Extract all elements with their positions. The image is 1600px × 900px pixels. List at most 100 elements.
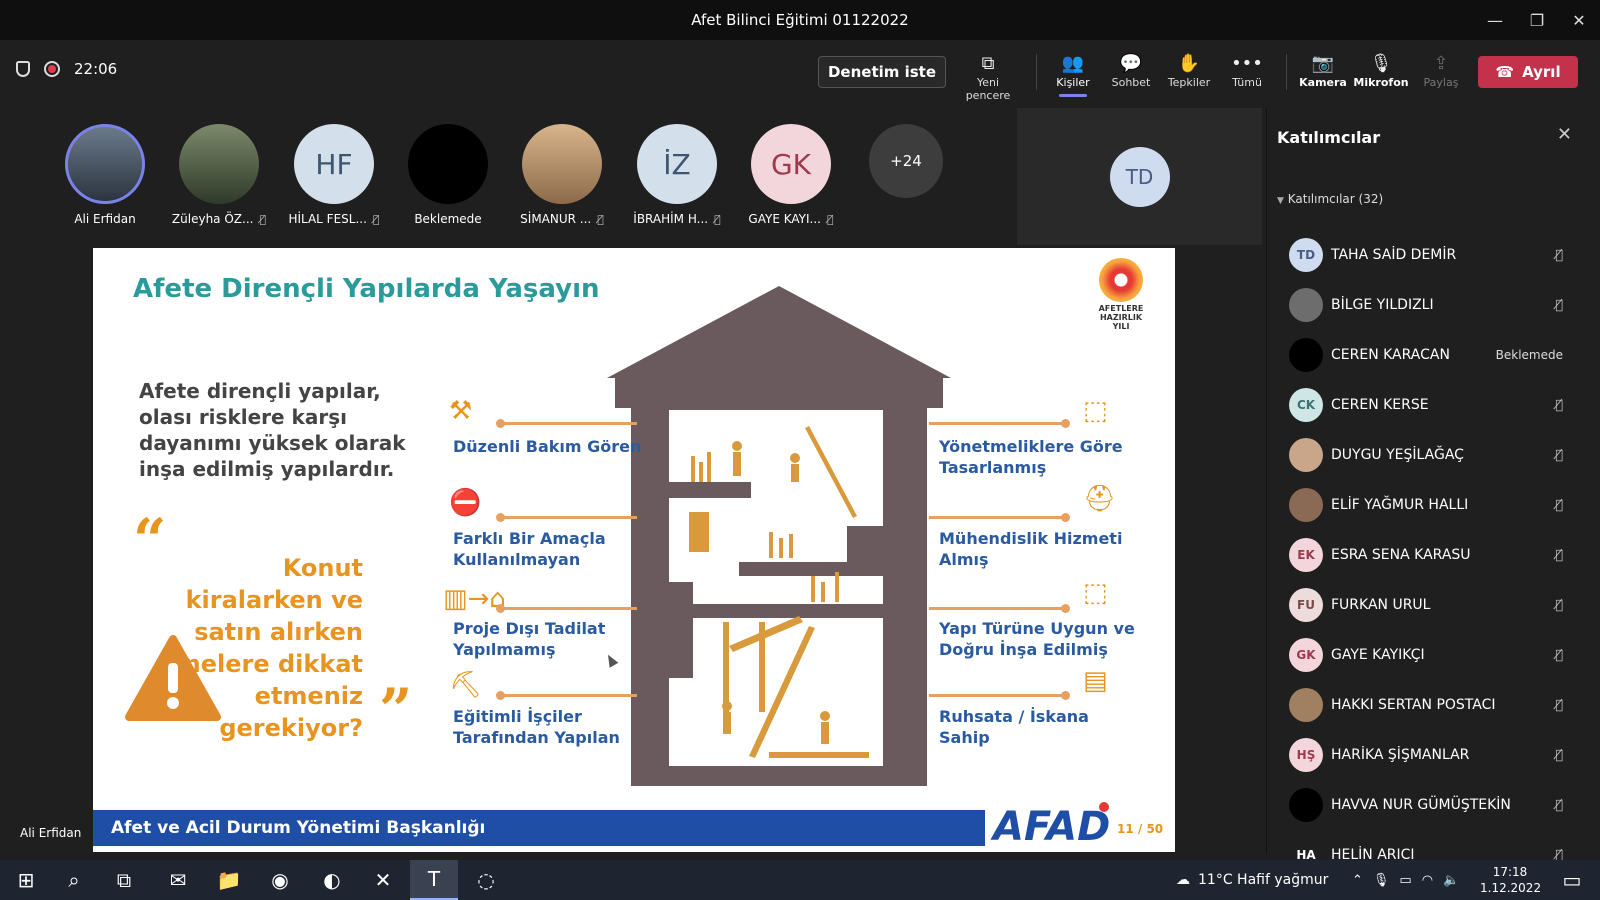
- microphone-button[interactable]: 🎙 Mikrofon: [1349, 50, 1413, 90]
- app-icon[interactable]: ◌: [462, 860, 510, 900]
- avatar: [522, 124, 602, 204]
- share-button[interactable]: ⇪ Paylaş: [1409, 50, 1473, 90]
- participant-row[interactable]: HAKKI SERTAN POSTACI 🎙̸: [1267, 680, 1600, 730]
- more-participants-button[interactable]: +24: [851, 124, 961, 198]
- mic-off-icon: 🎙̸: [597, 212, 604, 226]
- mic-off-icon: 🎙̸: [1555, 447, 1563, 463]
- engineer-icon: ⛑: [1083, 484, 1117, 514]
- participant-tile[interactable]: GK GAYE KAYI... 🎙̸: [736, 124, 846, 226]
- participant-row[interactable]: FU FURKAN URUL 🎙̸: [1267, 580, 1600, 630]
- meeting-info: 22:06: [16, 60, 117, 78]
- avatar: HŞ: [1289, 738, 1323, 772]
- feature-permit: Ruhsata / İskana Sahip: [939, 707, 1089, 747]
- participant-row[interactable]: HŞ HARİKA ŞİŞMANLAR 🎙̸: [1267, 730, 1600, 780]
- participant-row[interactable]: DUYGU YEŞİLAĞAÇ 🎙̸: [1267, 430, 1600, 480]
- mic-off-icon: 🎙̸: [1555, 497, 1563, 513]
- participant-tile[interactable]: Züleyha ÖZ... 🎙̸: [164, 124, 274, 226]
- restore-icon[interactable]: ❐: [1516, 0, 1558, 40]
- afad-logo: AFAD: [993, 804, 1111, 850]
- mail-icon[interactable]: ✉: [154, 860, 202, 900]
- file-explorer-icon[interactable]: 📁: [205, 860, 253, 900]
- chat-button[interactable]: 💬 Sohbet: [1099, 50, 1163, 90]
- participant-row[interactable]: HAVVA NUR GÜMÜŞTEKİN 🎙̸: [1267, 780, 1600, 830]
- video-tile[interactable]: TD: [1017, 108, 1262, 245]
- close-window-icon[interactable]: ✕: [1558, 0, 1600, 40]
- chevron-up-icon[interactable]: ⌃: [1352, 873, 1363, 888]
- mic-off-icon: 🎙̸: [1555, 797, 1563, 813]
- mic-off-icon: 🎙̸: [1555, 647, 1563, 663]
- mic-off-icon: 🎙̸: [1555, 547, 1563, 563]
- avatar: TD: [1109, 146, 1170, 207]
- participant-tile[interactable]: İZ İBRAHİM H... 🎙̸: [622, 124, 732, 226]
- blueprint-icon: ⬚: [1083, 396, 1108, 426]
- mic-off-icon: 🎙̸: [1555, 297, 1563, 313]
- avatar: [65, 124, 145, 204]
- panel-title: Katılımcılar: [1277, 128, 1381, 147]
- avatar: İZ: [637, 124, 717, 204]
- title-bar: Afet Bilinci Eğitimi 01122022 — ❐ ✕: [0, 0, 1600, 40]
- avatar: [179, 124, 259, 204]
- avatar: [1289, 788, 1323, 822]
- participant-row[interactable]: CEREN KARACAN Beklemede: [1267, 330, 1600, 380]
- participant-tile[interactable]: SİMANUR ... 🎙̸: [507, 124, 617, 226]
- system-tray: ⌃ 🎙 ▭ ◠ 🔈: [1352, 860, 1459, 900]
- chat-icon: 💬: [1119, 52, 1143, 74]
- mic-off-icon: 🎙̸: [826, 212, 834, 226]
- close-icon[interactable]: ✕: [1557, 124, 1572, 145]
- pop-out-button[interactable]: ⧉ Yeni pencere: [956, 50, 1020, 103]
- preparedness-year-logo: AFETLERE HAZIRLIK YILI: [1093, 258, 1149, 331]
- participant-status: Beklemede: [1495, 348, 1563, 362]
- volume-icon[interactable]: 🔈: [1443, 873, 1459, 888]
- mic-off-icon: 🎙̸: [1555, 247, 1563, 263]
- participant-row[interactable]: EK ESRA SENA KARASU 🎙̸: [1267, 530, 1600, 580]
- participant-tile[interactable]: Beklemede: [393, 124, 503, 226]
- task-view-icon[interactable]: ⧉: [100, 860, 148, 900]
- participant-row[interactable]: ELİF YAĞMUR HALLI 🎙̸: [1267, 480, 1600, 530]
- battery-icon[interactable]: ▭: [1399, 873, 1411, 888]
- chevron-down-icon: ▼: [1277, 196, 1284, 206]
- leave-button[interactable]: ☎ Ayrıl: [1478, 56, 1578, 88]
- mic-off-icon: 🎙̸: [259, 212, 267, 226]
- feature-engineering: Mühendislik Hizmeti Almış: [939, 529, 1123, 569]
- avatar: GK: [1289, 638, 1323, 672]
- weather-widget[interactable]: ☁ 11°C Hafif yağmur: [1176, 860, 1328, 900]
- chrome-icon[interactable]: ◉: [256, 860, 304, 900]
- document-icon: ▤: [1083, 666, 1108, 696]
- edge-icon[interactable]: ◐: [308, 860, 356, 900]
- feature-maintained: Düzenli Bakım Gören: [453, 437, 642, 456]
- participant-row[interactable]: TD TAHA SAİD DEMİR 🎙̸: [1267, 230, 1600, 280]
- wifi-icon[interactable]: ◠: [1422, 873, 1433, 888]
- notifications-icon[interactable]: ▭: [1548, 860, 1596, 900]
- mic-off-icon: 🎙̸: [1555, 597, 1563, 613]
- camera-button[interactable]: 📷 Kamera: [1291, 50, 1355, 90]
- reactions-button[interactable]: ✋ Tepkiler: [1157, 50, 1221, 90]
- avatar: [1289, 288, 1323, 322]
- mic-off-icon: 🎙̸: [1555, 747, 1563, 763]
- teams-icon[interactable]: T: [410, 860, 458, 900]
- participant-row[interactable]: GK GAYE KAYIKÇI 🎙̸: [1267, 630, 1600, 680]
- shield-icon[interactable]: [16, 61, 30, 77]
- participants-group-toggle[interactable]: ▼ Katılımcılar (32): [1277, 192, 1383, 206]
- clock[interactable]: 17:18 1.12.2022: [1480, 864, 1541, 896]
- toolbar-divider: [1286, 54, 1287, 90]
- microphone-icon[interactable]: 🎙: [1373, 873, 1390, 888]
- share-icon: ⇪: [1433, 52, 1449, 74]
- mic-off-icon: 🎙̸: [714, 212, 721, 226]
- windows-start-icon[interactable]: ⊞: [2, 860, 50, 900]
- participants-panel: Katılımcılar ✕ ▼ Katılımcılar (32) TD TAH…: [1266, 108, 1600, 872]
- avatar: [1289, 688, 1323, 722]
- rain-cloud-icon: ☁: [1176, 872, 1190, 888]
- participant-tile[interactable]: HF HİLAL FESL... 🎙̸: [279, 124, 389, 226]
- xmind-icon[interactable]: ✕: [359, 860, 407, 900]
- participant-tile[interactable]: Ali Erfidan: [50, 124, 160, 226]
- open-quote-icon: “: [133, 506, 167, 574]
- more-button[interactable]: ••• Tümü: [1215, 50, 1279, 90]
- request-control-button[interactable]: Denetim iste: [818, 56, 946, 88]
- shared-slide: Afete Dirençli Yapılarda Yaşayın AFETLER…: [93, 248, 1175, 852]
- search-icon[interactable]: ⌕: [50, 860, 98, 900]
- minimize-icon[interactable]: —: [1474, 0, 1516, 40]
- people-button[interactable]: 👥 Kişiler: [1041, 50, 1105, 97]
- participant-row[interactable]: BİLGE YILDIZLI 🎙̸: [1267, 280, 1600, 330]
- building-illustration: [607, 286, 951, 786]
- participant-row[interactable]: CK CEREN KERSE 🎙̸: [1267, 380, 1600, 430]
